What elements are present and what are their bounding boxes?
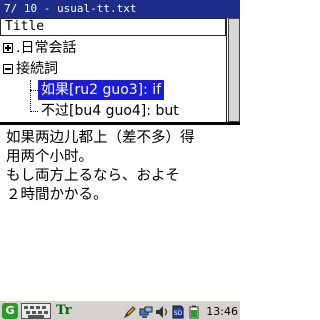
tree-item-conjunctions[interactable]: 接続詞 [0, 59, 226, 79]
tree-header-label: Title [5, 19, 45, 34]
start-menu-icon[interactable]: G [2, 303, 18, 319]
content-line: 如果两边儿都上（差不多）得 [6, 130, 195, 146]
collapse-minus-icon[interactable] [3, 64, 13, 74]
tree-item-label: 如果[ru2 guo3]: if [38, 80, 165, 100]
volume-icon[interactable] [155, 304, 169, 318]
content-line: 用两个小时。 [6, 149, 93, 165]
window-title: 7/ 10 - usual-tt.txt [4, 2, 137, 15]
system-tray: SD 13:46 [123, 303, 238, 319]
pen-tool-icon[interactable] [123, 304, 137, 319]
title-tree-pane[interactable]: Title .日常会話 接続詞 如果[ru2 guo3]: if 不过[bu4 … [0, 18, 240, 122]
battery-icon[interactable] [187, 304, 201, 319]
taskbar: G Tr SD 13:46 [0, 300, 240, 320]
clock[interactable]: 13:46 [206, 305, 238, 318]
svg-text:SD: SD [174, 310, 183, 317]
tree-item-label: 接続詞 [16, 61, 58, 77]
tree-item-buguo[interactable]: 不过[bu4 guo4]: but [0, 101, 226, 121]
input-method-icon[interactable]: Tr [56, 303, 76, 319]
keyboard-icon[interactable] [21, 303, 51, 319]
tree-item-daily-conversation[interactable]: .日常会話 [0, 38, 226, 58]
content-text-pane[interactable]: 如果两边儿都上（差不多）得 用两个小时。 もし両方上るなら、およそ ２時間かかる… [0, 125, 240, 300]
window-title-bar: 7/ 10 - usual-tt.txt [0, 0, 240, 18]
content-line: もし両方上るなら、およそ [6, 168, 180, 184]
scrollbar-thumb[interactable] [228, 18, 240, 122]
tree-item-ruguo[interactable]: 如果[ru2 guo3]: if [0, 80, 226, 100]
network-icon[interactable] [139, 304, 153, 318]
content-line: ２時間かかる。 [6, 187, 108, 203]
tree-item-label: 不过[bu4 guo4]: but [41, 103, 179, 119]
sd-card-icon[interactable]: SD [171, 304, 185, 319]
tree-vertical-scrollbar[interactable] [226, 18, 240, 122]
tree-column-header[interactable]: Title [0, 18, 226, 36]
expand-plus-icon[interactable] [3, 43, 13, 53]
tree-item-label: .日常会話 [16, 40, 77, 56]
